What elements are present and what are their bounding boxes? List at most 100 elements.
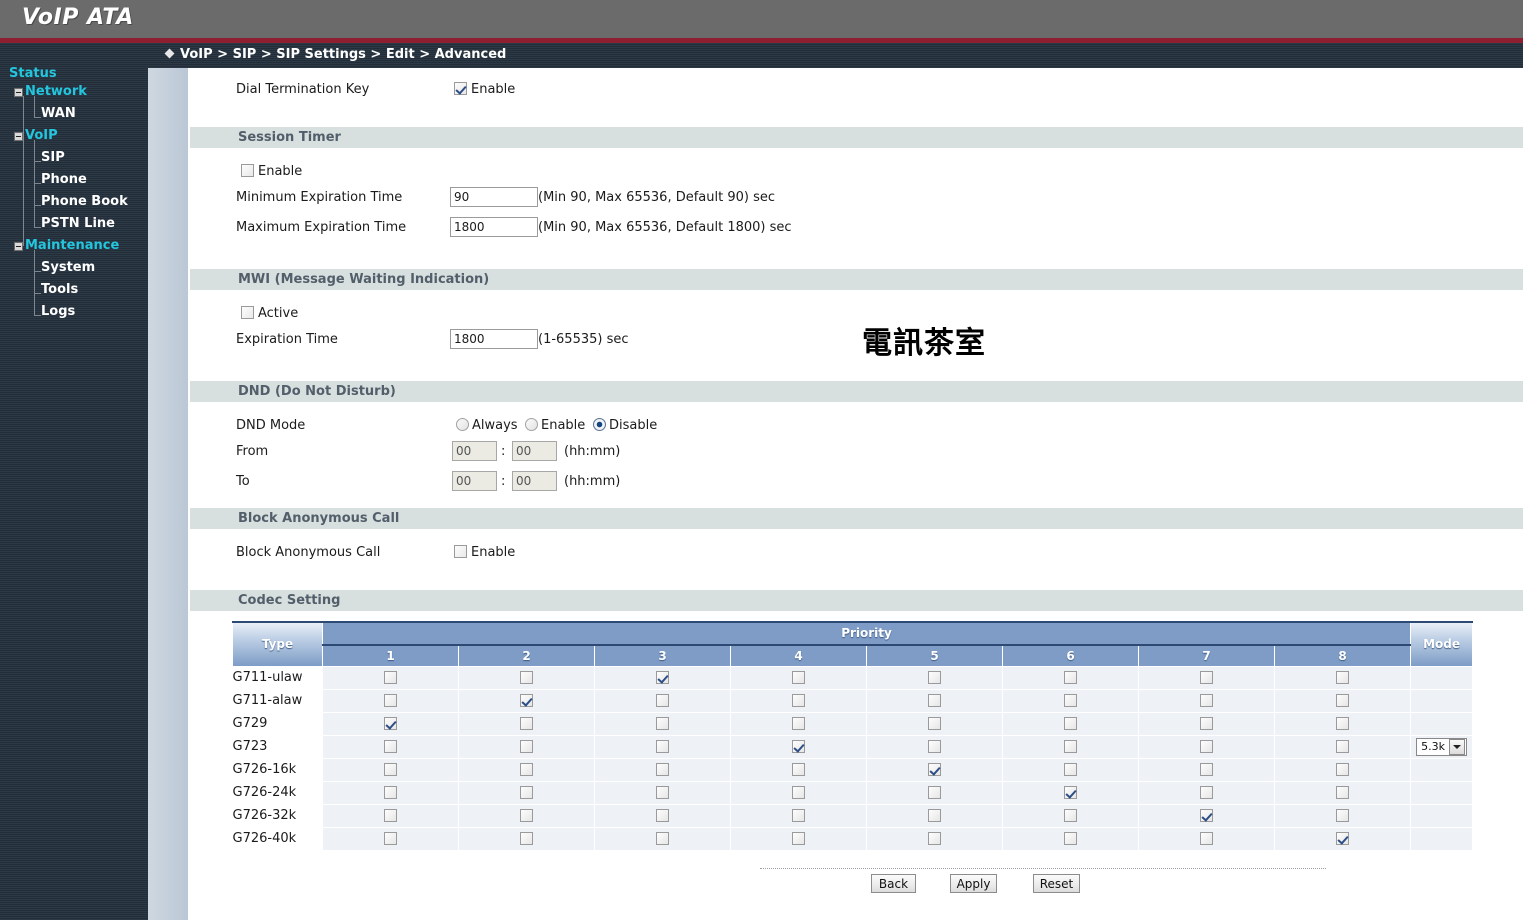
codec-mode-select-G723[interactable]: 5.3k [1416, 737, 1467, 756]
codec-priority-checkbox-G726-24k-5[interactable] [928, 786, 941, 799]
dnd-radio-disable[interactable] [593, 418, 606, 431]
codec-priority-checkbox-G726-16k-2[interactable] [520, 763, 533, 776]
codec-priority-checkbox-G726-40k-8[interactable] [1336, 832, 1350, 845]
dnd-radio-enable[interactable] [525, 418, 538, 431]
expander-voip-icon[interactable] [14, 132, 23, 141]
codec-priority-checkbox-G726-24k-6[interactable] [1064, 786, 1077, 799]
codec-priority-checkbox-G711-ulaw-4[interactable] [792, 671, 805, 684]
codec-priority-checkbox-G711-alaw-7[interactable] [1200, 694, 1213, 707]
dnd-radio-always[interactable] [456, 418, 469, 431]
codec-priority-checkbox-G726-40k-2[interactable] [520, 832, 533, 845]
mwi-expiration-input[interactable] [450, 329, 538, 349]
codec-priority-checkbox-G711-ulaw-8[interactable] [1336, 671, 1350, 684]
codec-priority-checkbox-G726-16k-4[interactable] [792, 763, 805, 776]
codec-priority-checkbox-G711-ulaw-2[interactable] [520, 671, 533, 684]
max-expiration-input[interactable] [450, 217, 538, 237]
expander-maintenance-icon[interactable] [14, 242, 23, 251]
sidebar-item-status[interactable]: Status [9, 66, 57, 81]
sidebar-item-voip[interactable]: VoIP [25, 128, 58, 143]
codec-priority-checkbox-G726-16k-5[interactable] [928, 763, 941, 776]
dnd-to-hour-input[interactable] [452, 471, 497, 491]
codec-priority-checkbox-G726-16k-8[interactable] [1336, 763, 1350, 776]
codec-priority-checkbox-G711-alaw-1[interactable] [384, 694, 397, 707]
codec-priority-checkbox-G726-32k-1[interactable] [384, 809, 397, 822]
codec-priority-checkbox-G726-32k-4[interactable] [792, 809, 805, 822]
dnd-from-minute-input[interactable] [512, 441, 557, 461]
codec-priority-checkbox-G711-ulaw-5[interactable] [928, 671, 941, 684]
sidebar-item-phone-book[interactable]: Phone Book [41, 194, 128, 209]
codec-priority-checkbox-G723-1[interactable] [384, 740, 397, 753]
codec-priority-checkbox-G729-3[interactable] [656, 717, 669, 730]
sidebar-item-tools[interactable]: Tools [41, 282, 78, 297]
codec-priority-checkbox-G711-alaw-3[interactable] [656, 694, 669, 707]
codec-priority-checkbox-G723-2[interactable] [520, 740, 533, 753]
codec-priority-checkbox-G726-32k-8[interactable] [1336, 809, 1350, 822]
codec-priority-checkbox-G711-alaw-8[interactable] [1336, 694, 1350, 707]
codec-priority-checkbox-G726-16k-7[interactable] [1200, 763, 1213, 776]
codec-priority-checkbox-G711-alaw-6[interactable] [1064, 694, 1077, 707]
codec-priority-checkbox-G726-40k-5[interactable] [928, 832, 941, 845]
codec-priority-checkbox-G711-alaw-5[interactable] [928, 694, 941, 707]
sidebar-item-sip[interactable]: SIP [41, 150, 65, 165]
codec-priority-checkbox-G729-7[interactable] [1200, 717, 1213, 730]
sidebar-item-phone[interactable]: Phone [41, 172, 87, 187]
codec-priority-checkbox-G729-8[interactable] [1336, 717, 1350, 730]
codec-priority-checkbox-G729-6[interactable] [1064, 717, 1077, 730]
codec-priority-checkbox-G726-32k-2[interactable] [520, 809, 533, 822]
reset-button[interactable]: Reset [1033, 874, 1080, 893]
dnd-to-minute-input[interactable] [512, 471, 557, 491]
codec-priority-checkbox-G726-24k-8[interactable] [1336, 786, 1350, 799]
codec-priority-checkbox-G723-5[interactable] [928, 740, 941, 753]
codec-priority-checkbox-G711-alaw-4[interactable] [792, 694, 805, 707]
sidebar-item-maintenance[interactable]: Maintenance [25, 238, 119, 253]
codec-priority-checkbox-G726-40k-4[interactable] [792, 832, 805, 845]
sidebar-item-wan[interactable]: WAN [41, 106, 76, 121]
chevron-down-icon[interactable] [1448, 738, 1465, 755]
codec-priority-checkbox-G711-ulaw-7[interactable] [1200, 671, 1213, 684]
codec-priority-checkbox-G729-2[interactable] [520, 717, 533, 730]
session-timer-enable-checkbox[interactable] [241, 164, 254, 177]
codec-priority-checkbox-G711-alaw-2[interactable] [520, 694, 533, 707]
main-content: Dial Termination Key Enable Session Time… [190, 68, 1523, 920]
codec-priority-checkbox-G726-40k-6[interactable] [1064, 832, 1077, 845]
codec-priority-checkbox-G726-24k-2[interactable] [520, 786, 533, 799]
apply-button[interactable]: Apply [950, 874, 997, 893]
codec-priority-checkbox-G723-8[interactable] [1336, 740, 1350, 753]
codec-priority-checkbox-G726-24k-1[interactable] [384, 786, 397, 799]
codec-priority-checkbox-G729-4[interactable] [792, 717, 805, 730]
codec-priority-checkbox-G726-40k-3[interactable] [656, 832, 669, 845]
codec-priority-checkbox-G723-7[interactable] [1200, 740, 1213, 753]
codec-priority-checkbox-G726-16k-6[interactable] [1064, 763, 1077, 776]
back-button[interactable]: Back [871, 874, 916, 893]
codec-priority-checkbox-G729-5[interactable] [928, 717, 941, 730]
codec-priority-checkbox-G711-ulaw-1[interactable] [384, 671, 397, 684]
codec-priority-checkbox-G711-ulaw-6[interactable] [1064, 671, 1077, 684]
codec-priority-checkbox-G723-6[interactable] [1064, 740, 1077, 753]
codec-priority-checkbox-G726-16k-1[interactable] [384, 763, 397, 776]
codec-priority-checkbox-G726-32k-5[interactable] [928, 809, 941, 822]
codec-priority-checkbox-G711-ulaw-3[interactable] [656, 671, 669, 684]
mwi-active-checkbox[interactable] [241, 306, 254, 319]
codec-priority-checkbox-G723-3[interactable] [656, 740, 669, 753]
codec-priority-checkbox-G723-4[interactable] [792, 740, 805, 753]
sidebar-item-network[interactable]: Network [25, 84, 87, 99]
codec-priority-checkbox-G726-16k-3[interactable] [656, 763, 669, 776]
codec-priority-checkbox-G726-32k-3[interactable] [656, 809, 669, 822]
codec-priority-checkbox-G726-32k-7[interactable] [1200, 809, 1213, 822]
sidebar-item-logs[interactable]: Logs [41, 304, 75, 319]
block-anonymous-call-checkbox[interactable] [454, 545, 467, 558]
codec-priority-checkbox-G729-1[interactable] [384, 717, 397, 730]
codec-priority-checkbox-G726-24k-3[interactable] [656, 786, 669, 799]
expander-network-icon[interactable] [14, 88, 23, 97]
dnd-from-hour-input[interactable] [452, 441, 497, 461]
codec-priority-checkbox-G726-24k-4[interactable] [792, 786, 805, 799]
min-expiration-input[interactable] [450, 187, 538, 207]
dial-termination-key-label: Dial Termination Key [236, 82, 370, 97]
codec-priority-checkbox-G726-24k-7[interactable] [1200, 786, 1213, 799]
codec-priority-checkbox-G726-32k-6[interactable] [1064, 809, 1077, 822]
sidebar-item-system[interactable]: System [41, 260, 95, 275]
dial-termination-key-checkbox[interactable] [454, 82, 467, 95]
codec-priority-checkbox-G726-40k-1[interactable] [384, 832, 397, 845]
codec-priority-checkbox-G726-40k-7[interactable] [1200, 832, 1213, 845]
sidebar-item-pstn-line[interactable]: PSTN Line [41, 216, 115, 231]
